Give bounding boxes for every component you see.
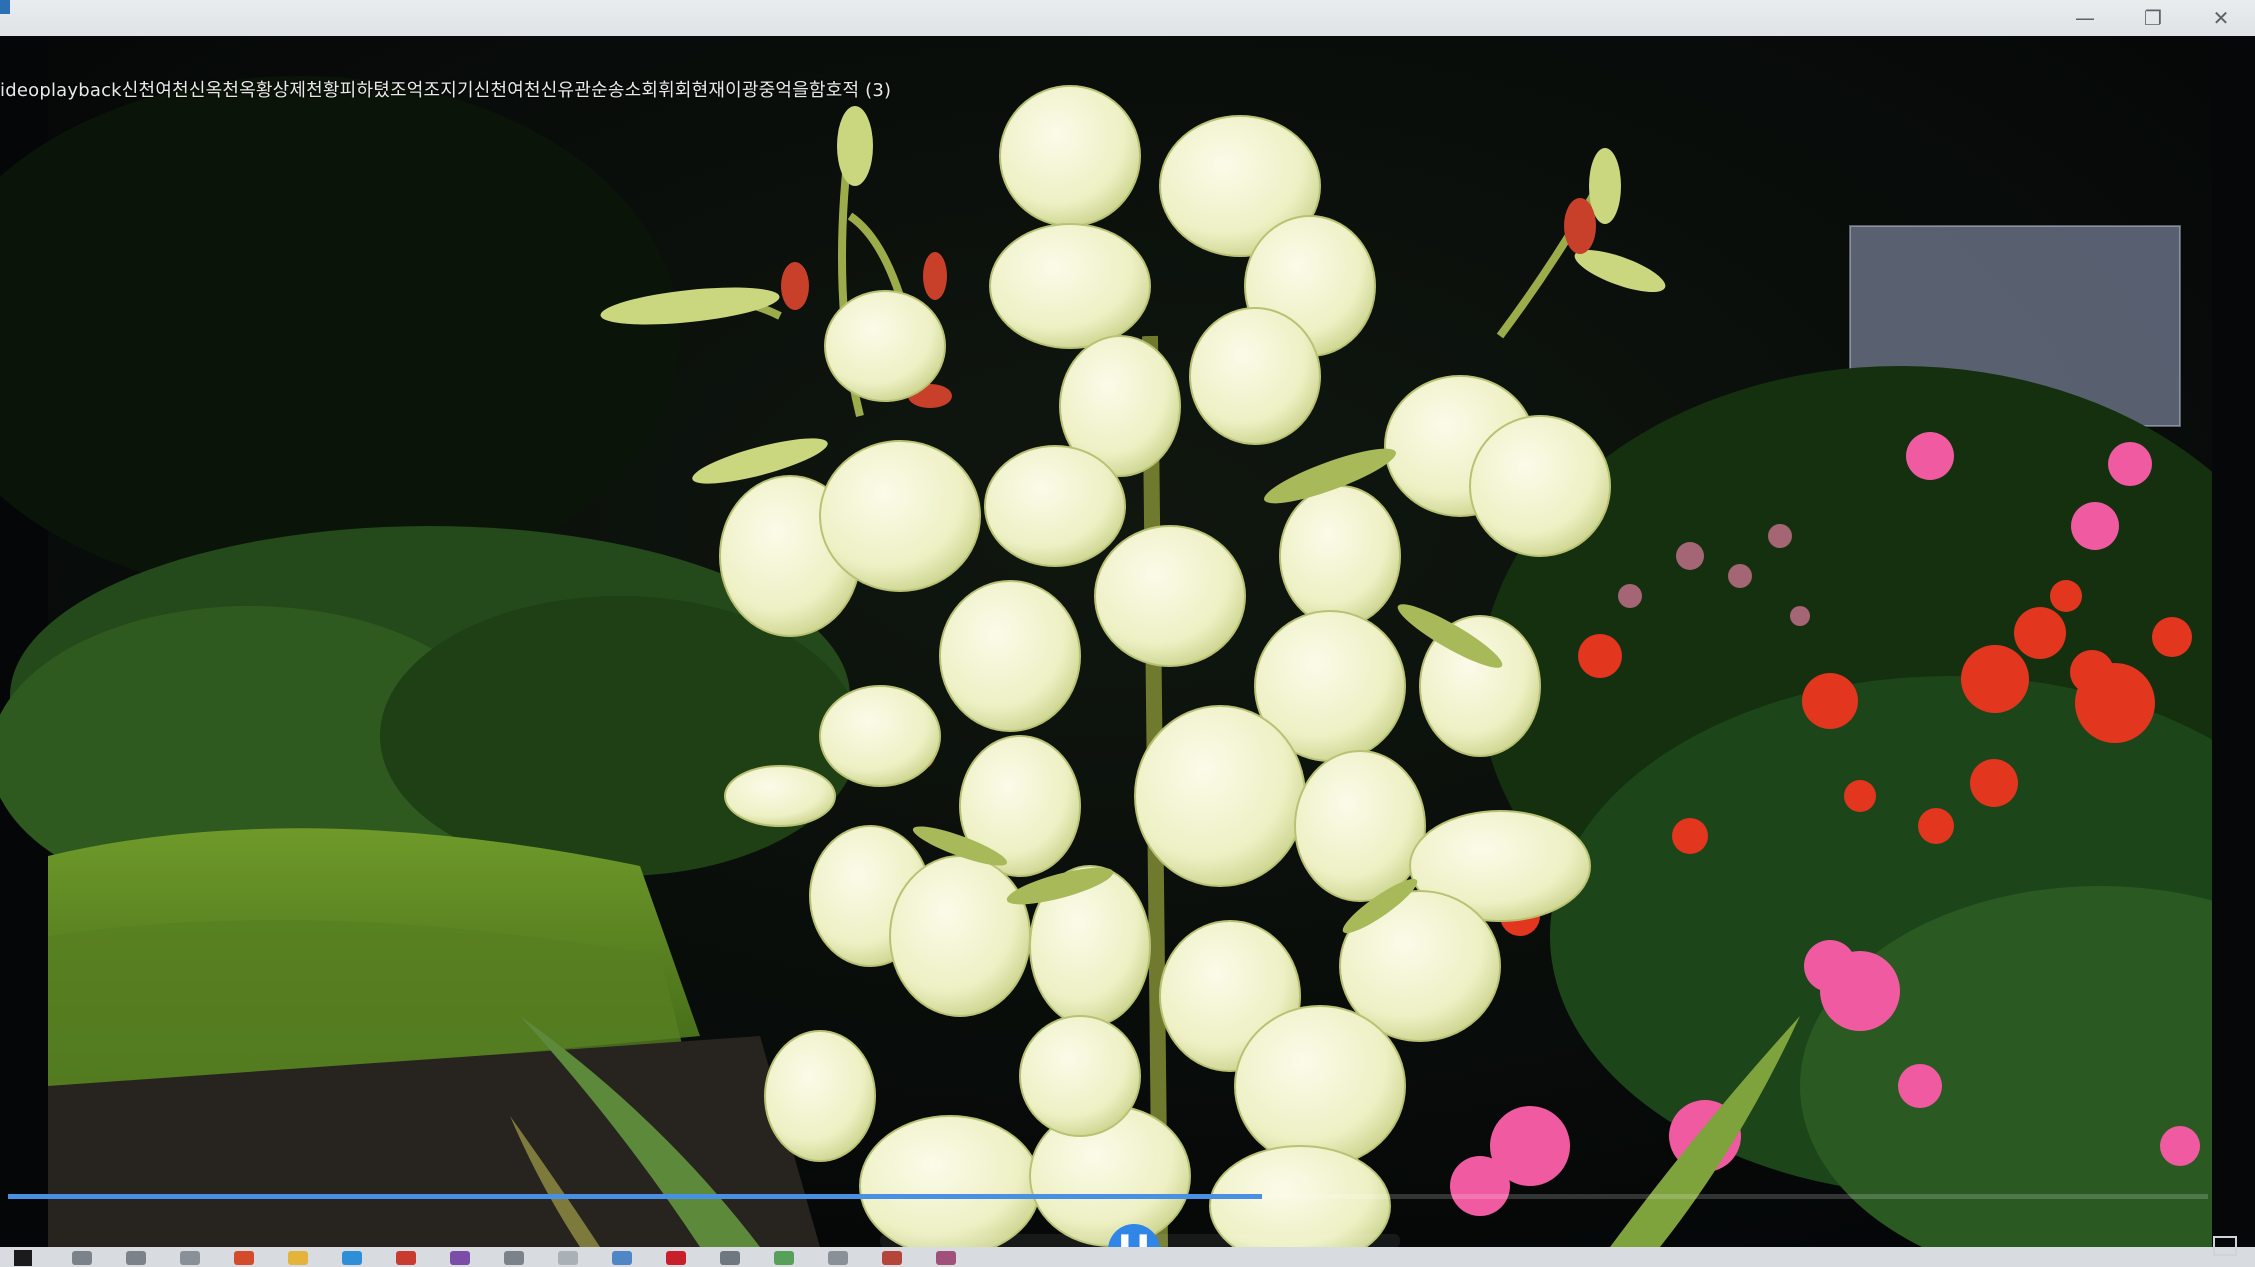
task-view-icon[interactable] — [180, 1251, 200, 1265]
video-area[interactable]: ideoplayback신천여천신옥천옥황상제천황피하텼조억조지기신천여천신유관… — [0, 36, 2255, 1247]
close-icon[interactable]: ✕ — [2187, 0, 2255, 36]
screen: — ❐ ✕ ideoplayback신천여천신옥천옥황상제천황피하텼조억조지기신… — [0, 0, 2255, 1267]
office-icon[interactable] — [234, 1251, 254, 1265]
app-icon — [0, 0, 10, 14]
window-controls: — ❐ ✕ — [2051, 0, 2255, 36]
seek-progress — [8, 1194, 1262, 1199]
app-icon[interactable] — [882, 1251, 902, 1265]
minimize-icon[interactable]: — — [2051, 0, 2119, 36]
app-icon[interactable] — [720, 1251, 740, 1265]
edge-icon[interactable] — [342, 1251, 362, 1265]
app-icon[interactable] — [558, 1251, 578, 1265]
taskbar — [0, 1247, 2255, 1267]
app-icon[interactable] — [612, 1251, 632, 1265]
app-icon[interactable] — [828, 1251, 848, 1265]
file-explorer-icon[interactable] — [288, 1251, 308, 1265]
window-titlebar: — ❐ ✕ — [0, 0, 2255, 36]
desktop-peek-icon[interactable] — [2213, 1236, 2237, 1256]
app-icon[interactable] — [450, 1251, 470, 1265]
gmail-icon[interactable] — [396, 1251, 416, 1265]
seek-bar[interactable] — [8, 1194, 2208, 1199]
app-icon[interactable] — [774, 1251, 794, 1265]
video-frame — [0, 36, 2255, 1247]
search-icon[interactable] — [72, 1251, 92, 1265]
magnifier-icon[interactable] — [504, 1251, 524, 1265]
video-title: ideoplayback신천여천신옥천옥황상제천황피하텼조억조지기신천여천신유관… — [0, 80, 892, 101]
acrobat-icon[interactable] — [666, 1251, 686, 1265]
media-icon[interactable] — [936, 1251, 956, 1265]
restore-icon[interactable]: ❐ — [2119, 0, 2187, 36]
cortana-icon[interactable] — [126, 1251, 146, 1265]
windows-start-icon[interactable] — [14, 1250, 32, 1266]
